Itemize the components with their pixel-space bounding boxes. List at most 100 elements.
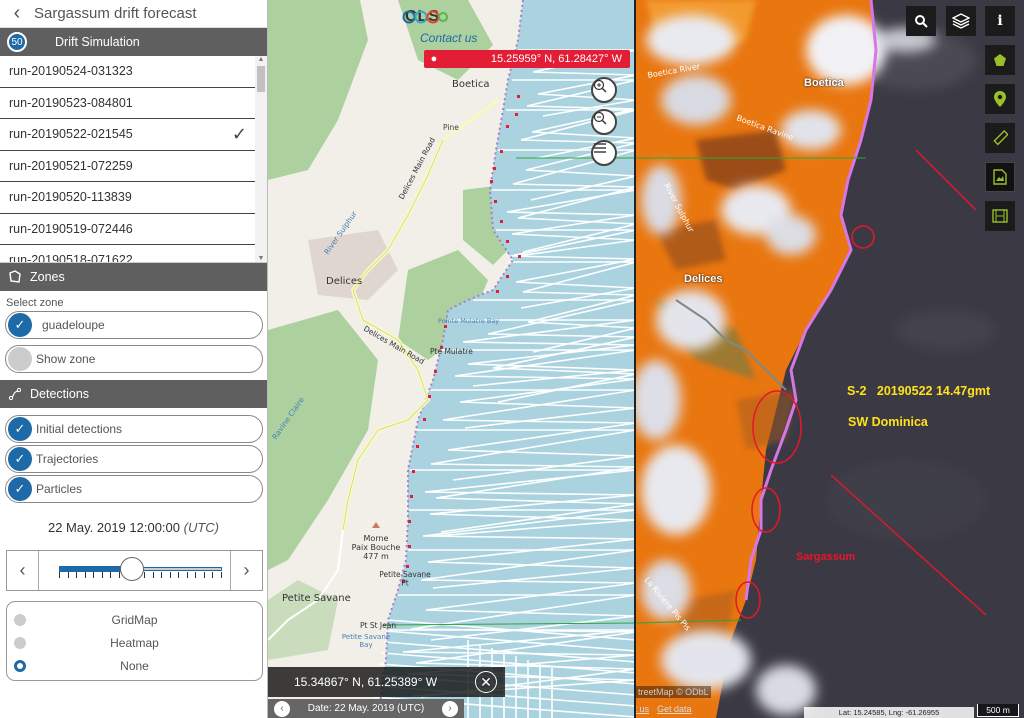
detection-point [493,167,496,170]
sidebar: ‹ Sargassum drift forecast 50 Drift Simu… [0,0,268,718]
zoom-in-button[interactable] [591,77,617,103]
time-slider: ‹ › [6,550,263,591]
map-attribution: treetMap © ODbL [636,686,711,698]
cls-logo[interactable]: CLS [402,8,448,26]
map-label-petite-savane-bay: Petite Savane Bay [342,633,390,649]
slider-tick [144,572,146,578]
run-item[interactable]: run-20190524-031323 [0,56,255,88]
run-label: run-20190524-031323 [9,64,133,79]
animation-button[interactable] [985,201,1015,231]
zone-polygon-icon [0,270,30,284]
checkmark-icon: ✓ [231,124,247,144]
run-list-scrollbar[interactable]: ▲ ▼ [255,56,267,262]
get-data-link[interactable]: Get data [657,704,692,714]
gridmap-option[interactable]: GridMap [7,608,262,631]
street-map-panel[interactable]: Boetica Pine Delices Main Road Delices M… [268,0,636,718]
measure-button[interactable] [985,123,1015,153]
previous-date-button[interactable]: ‹ [274,700,290,717]
trajectories-toggle[interactable]: ✓ Trajectories [5,445,263,473]
run-item[interactable]: run-20190519-072446 [0,214,255,245]
slider-tick [169,572,171,578]
scrollbar-thumb[interactable] [257,66,265,92]
detection-point [410,495,413,498]
map-label-petite-savane: Petite Savane [282,593,351,604]
slider-tick [93,572,95,578]
select-zone-label: Select zone [6,297,64,309]
detection-point [416,445,419,448]
sargassum-label: Sargassum [796,551,856,563]
next-date-button[interactable]: › [442,700,458,717]
forest-area [268,310,378,570]
scene-location: SW Dominica [848,415,928,429]
map-label-morne-paix-bouche: Morne Paix Bouche 477 m [352,534,401,561]
previous-step-button[interactable]: ‹ [7,551,39,590]
contact-link[interactable]: ct us [636,704,649,714]
contact-us-link[interactable]: Contact us [420,31,477,45]
draw-polygon-button[interactable] [985,45,1015,75]
layers-icon [952,13,970,29]
run-item[interactable]: run-20190520-113839 [0,182,255,214]
run-item-selected[interactable]: run-20190522-021545 ✓ [0,119,255,151]
slider-tick [195,572,197,578]
map-label-pte-mulatre: Pte Mulatre [430,347,473,356]
slider-tick [118,572,120,578]
slider-tick [220,572,222,578]
radio-icon [14,613,26,626]
search-button[interactable] [906,6,936,36]
layers-button[interactable] [946,6,976,36]
detection-point [496,290,499,293]
next-step-button[interactable]: › [230,551,262,590]
detection-point [412,470,415,473]
show-zone-toggle[interactable]: Show zone [5,345,263,373]
run-label: run-20190520-113839 [9,190,132,205]
radio-selected-icon [14,659,26,672]
cursor-coordinates-top: ● 15.25959° N, 61.28427° W [424,50,630,68]
heatmap-label: Heatmap [110,635,159,650]
heatmap-option[interactable]: Heatmap [7,631,262,654]
zone-select[interactable]: ✓ guadeloupe [5,311,263,339]
zoom-in-icon [593,79,607,93]
slider-tick [59,572,60,578]
show-zone-label: Show zone [36,352,96,366]
scroll-down-arrow-icon[interactable]: ▼ [257,255,265,262]
place-marker-button[interactable] [985,84,1015,114]
menu-button[interactable] [591,140,617,166]
toggle-circle-icon [8,347,32,371]
ruler-icon [993,130,1008,146]
run-item[interactable]: run-20190523-084801 [0,88,255,119]
scroll-up-arrow-icon[interactable]: ▲ [257,56,265,63]
slider-tick [178,572,180,578]
initial-detections-toggle[interactable]: ✓ Initial detections [5,415,263,443]
cursor-latlng: Lat: 15.24585, Lng: -61.26955 [804,707,974,718]
image-overlay-button[interactable] [985,162,1015,192]
run-item[interactable]: run-20190521-072259 [0,151,255,182]
check-circle-icon: ✓ [8,477,32,501]
satellite-image-panel[interactable]: Boetica River Boetica Ravine River Sulph… [636,0,1024,718]
slider-track[interactable] [39,551,230,590]
zoom-out-button[interactable] [591,109,617,135]
map-label-delices: Delices [326,276,362,287]
run-count-badge: 50 [7,32,27,52]
particles-toggle[interactable]: ✓ Particles [5,475,263,503]
close-icon[interactable]: ✕ [475,671,497,693]
run-label: run-20190518-071622 [9,253,133,263]
zones-header[interactable]: Zones [0,263,267,291]
sat-label-delices: Delices [684,273,723,285]
info-button[interactable]: i [985,6,1015,36]
trajectory-icon [0,387,30,401]
film-icon [992,209,1008,223]
satellite-canvas: Boetica River Boetica Ravine River Sulph… [636,0,1024,718]
detection-point [500,220,503,223]
detection-point [408,520,411,523]
run-item[interactable]: run-20190518-071622 [0,245,255,263]
detections-header[interactable]: Detections [0,380,267,408]
run-label: run-20190519-072446 [9,221,133,236]
back-arrow-icon[interactable]: ‹ [0,0,34,28]
slider-tick [110,572,112,578]
road-branch [442,98,499,142]
app-title: Sargassum drift forecast [34,5,197,22]
drift-simulation-header[interactable]: 50 Drift Simulation [0,28,267,56]
gridmap-label: GridMap [111,612,158,627]
run-list: run-20190524-031323 run-20190523-084801 … [0,56,267,263]
none-option[interactable]: None [7,654,262,677]
